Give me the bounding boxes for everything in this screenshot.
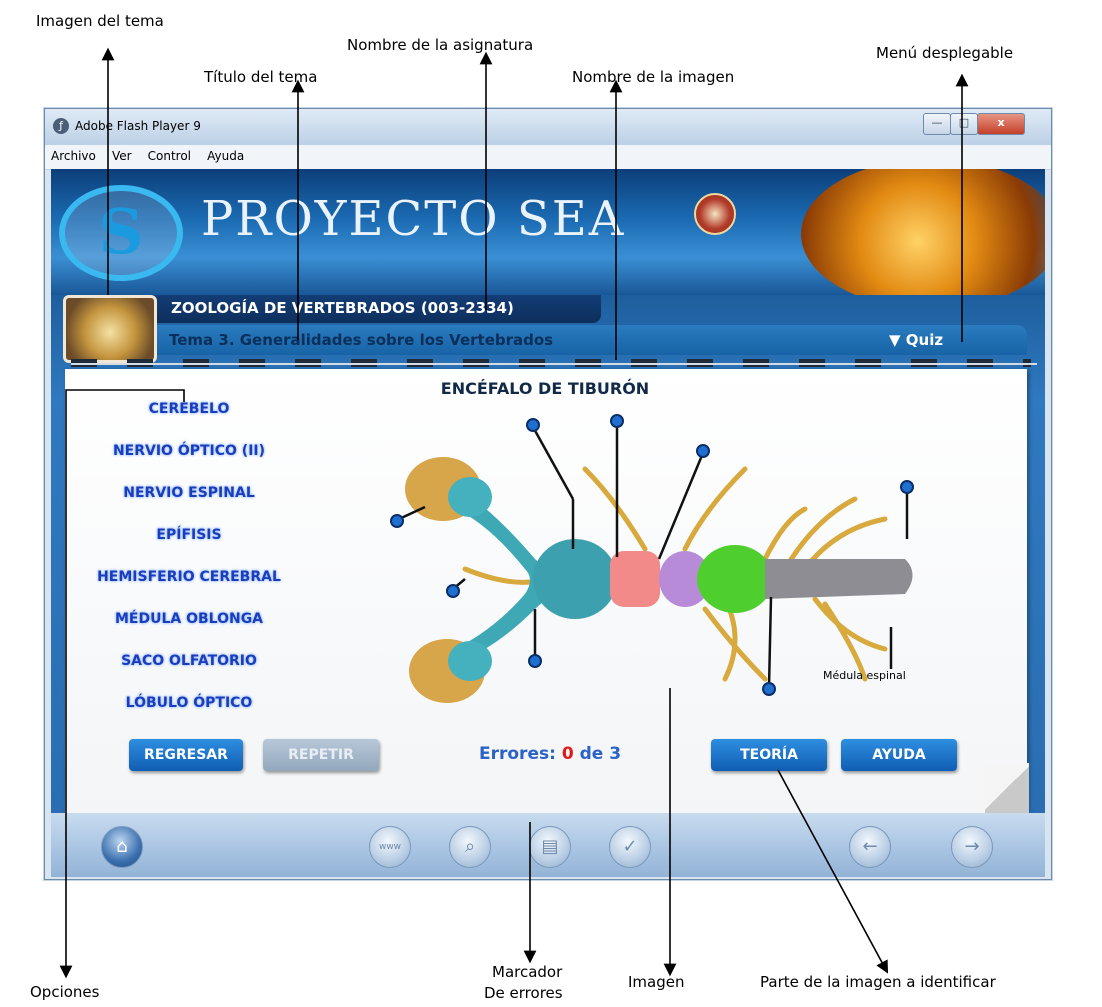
callout-error-counter-line2: De errores bbox=[484, 984, 563, 1002]
back-arrow-icon[interactable]: ← bbox=[849, 826, 891, 868]
subject-name: ZOOLOGÍA DE VERTEBRADOS (003-2334) bbox=[171, 299, 514, 317]
callout-topic-image: Imagen del tema bbox=[36, 12, 164, 30]
option-medula-oblonga[interactable]: MÉDULA OBLONGA bbox=[69, 611, 309, 627]
home-icon[interactable]: ⌂ bbox=[101, 826, 143, 868]
regresar-button[interactable]: REGRESAR bbox=[129, 739, 243, 771]
options-list: CEREBELO NERVIO ÓPTICO (II) NERVIO ESPIN… bbox=[65, 369, 315, 729]
check-icon[interactable]: ✓ bbox=[609, 826, 651, 868]
teoria-button[interactable]: TEORÍA bbox=[711, 739, 827, 771]
callout-image-name: Nombre de la imagen bbox=[572, 68, 735, 86]
option-nervio-espinal[interactable]: NERVIO ESPINAL bbox=[69, 485, 309, 501]
option-cerebelo[interactable]: CEREBELO bbox=[69, 401, 309, 417]
error-counter: Errores: 0 de 3 bbox=[479, 744, 621, 764]
option-epifisis[interactable]: EPÍFISIS bbox=[69, 527, 309, 543]
topic-image bbox=[63, 295, 157, 363]
olfactory-bulb-lower bbox=[448, 641, 492, 681]
close-button[interactable]: x bbox=[977, 113, 1025, 135]
callout-dropdown-menu: Menú desplegable bbox=[876, 44, 1014, 62]
web-icon[interactable]: www bbox=[369, 826, 411, 868]
image-title: ENCÉFALO DE TIBURÓN bbox=[440, 379, 650, 398]
binder-wire bbox=[71, 363, 1037, 365]
quiz-dropdown-menu[interactable]: ▼ Quiz bbox=[889, 331, 943, 349]
callout-image: Imagen bbox=[628, 973, 685, 991]
option-nervio-optico[interactable]: NERVIO ÓPTICO (II) bbox=[69, 443, 309, 459]
shark-brain-image bbox=[390, 414, 914, 703]
option-saco-olfatorio[interactable]: SACO OLFATORIO bbox=[69, 653, 309, 669]
ayuda-button[interactable]: AYUDA bbox=[841, 739, 957, 771]
compass-emblem-icon bbox=[694, 193, 736, 235]
content-frame: ZOOLOGÍA DE VERTEBRADOS (003-2334) Tema … bbox=[51, 295, 1045, 813]
callout-part-to-identify: Parte de la imagen a identificar bbox=[760, 973, 996, 991]
errors-label: Errores: bbox=[479, 744, 562, 764]
flash-player-window: ƒ Adobe Flash Player 9 — □ x Archivo Ver… bbox=[44, 108, 1052, 880]
banner-title: PROYECTO SEA bbox=[201, 191, 626, 247]
diencephalon bbox=[610, 551, 660, 607]
page-curl bbox=[985, 763, 1029, 813]
menu-ver[interactable]: Ver bbox=[106, 145, 137, 163]
maximize-button[interactable]: □ bbox=[950, 113, 978, 135]
errors-count: 0 bbox=[561, 744, 574, 764]
flash-player-icon: ƒ bbox=[53, 118, 69, 134]
cerebral-hemisphere bbox=[533, 539, 617, 619]
option-hemisferio-cerebral[interactable]: HEMISFERIO CEREBRAL bbox=[69, 569, 309, 585]
callout-options: Opciones bbox=[30, 983, 100, 1001]
callout-subject-name: Nombre de la asignatura bbox=[347, 36, 534, 54]
topic-title: Tema 3. Generalidades sobre los Vertebra… bbox=[169, 331, 554, 349]
olfactory-bulb-upper bbox=[448, 477, 492, 517]
cerebellum bbox=[697, 545, 773, 613]
menu-bar: Archivo Ver Control Ayuda bbox=[45, 145, 1051, 170]
errors-total: de 3 bbox=[573, 744, 622, 764]
window-titlebar[interactable]: ƒ Adobe Flash Player 9 — □ x bbox=[45, 109, 1051, 145]
search-icon[interactable]: ⌕ bbox=[449, 826, 491, 868]
callout-error-counter-line1: Marcador bbox=[492, 963, 563, 981]
repetir-button[interactable]: REPETIR bbox=[263, 739, 379, 771]
exercise-page: ENCÉFALO DE TIBURÓN CEREBELO NERVIO ÓPTI… bbox=[65, 369, 1029, 813]
book-icon[interactable]: ▤ bbox=[529, 826, 571, 868]
identified-part-label: Médula espinal bbox=[823, 669, 906, 682]
menu-archivo[interactable]: Archivo bbox=[45, 145, 101, 163]
medulla-spinal-cord bbox=[765, 559, 913, 599]
menu-control[interactable]: Control bbox=[142, 145, 196, 163]
proyecto-sea-logo: S bbox=[59, 185, 183, 281]
banner: S PROYECTO SEA bbox=[51, 169, 1045, 295]
option-lobulo-optico[interactable]: LÓBULO ÓPTICO bbox=[69, 695, 309, 711]
window-title: Adobe Flash Player 9 bbox=[75, 119, 201, 133]
forward-arrow-icon[interactable]: → bbox=[951, 826, 993, 868]
minimize-button[interactable]: — bbox=[923, 113, 951, 135]
callout-topic-title: Título del tema bbox=[204, 68, 318, 86]
globe-image bbox=[801, 169, 1045, 295]
bottom-toolbar: ⌂ www ⌕ ▤ ✓ ← → bbox=[51, 813, 1045, 877]
menu-ayuda[interactable]: Ayuda bbox=[201, 145, 249, 163]
